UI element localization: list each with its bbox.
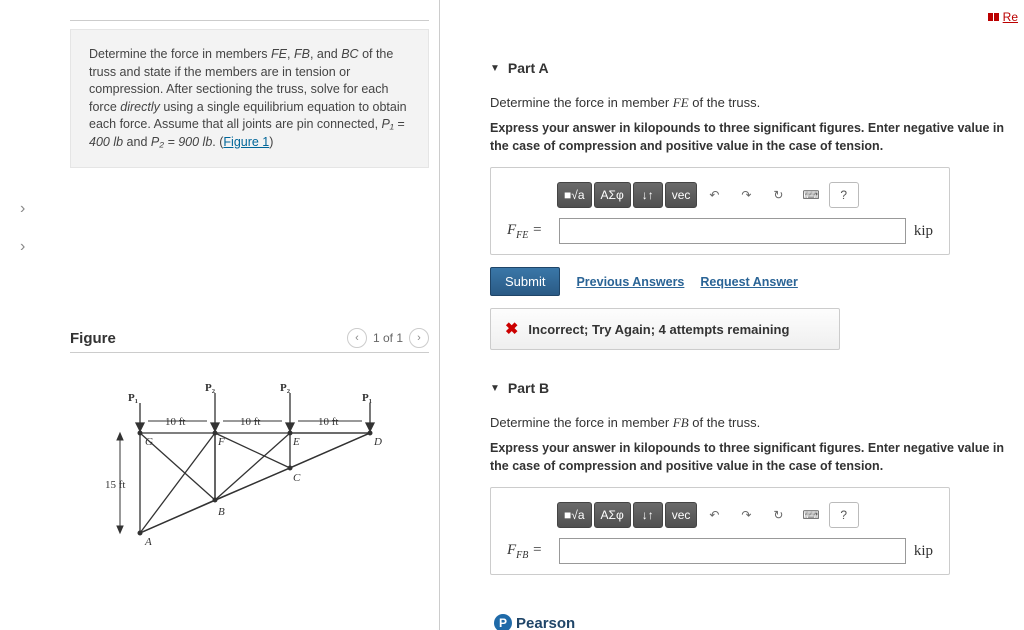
part-b-title: Part B bbox=[508, 380, 549, 396]
template-button[interactable]: ■√a bbox=[557, 182, 592, 208]
request-answer-link[interactable]: Request Answer bbox=[700, 275, 797, 289]
part-b-lhs: FFB = bbox=[507, 542, 551, 561]
svg-text:C: C bbox=[293, 472, 301, 484]
undo-button[interactable]: ↶ bbox=[699, 182, 729, 208]
figure-link[interactable]: Figure 1 bbox=[223, 135, 269, 149]
incorrect-icon: ✖ bbox=[505, 319, 518, 339]
svg-text:10 ft: 10 ft bbox=[165, 416, 185, 428]
figure-prev-button[interactable]: ‹ bbox=[347, 328, 367, 348]
subscript-button[interactable]: ↓↑ bbox=[633, 182, 663, 208]
left-panel: Determine the force in members FE, FB, a… bbox=[60, 0, 440, 630]
previous-answers-link[interactable]: Previous Answers bbox=[576, 275, 684, 289]
feedback-message: Incorrect; Try Again; 4 attempts remaini… bbox=[528, 322, 789, 337]
figure-page-count: 1 of 1 bbox=[373, 331, 403, 345]
part-a: ▼ Part A Determine the force in member F… bbox=[490, 60, 1024, 350]
svg-text:F: F bbox=[217, 436, 225, 448]
figure-pager: ‹ 1 of 1 › bbox=[347, 328, 429, 348]
svg-text:10 ft: 10 ft bbox=[318, 416, 338, 428]
part-b-instructions: Express your answer in kilopounds to thr… bbox=[490, 440, 1024, 475]
redo-button[interactable]: ↷ bbox=[731, 182, 761, 208]
figure-header: Figure ‹ 1 of 1 › bbox=[70, 328, 429, 353]
pearson-icon: P bbox=[494, 614, 512, 630]
part-a-unit: kip bbox=[914, 223, 933, 240]
right-panel: Re ▼ Part A Determine the force in membe… bbox=[440, 0, 1024, 630]
part-a-input[interactable] bbox=[559, 218, 906, 244]
part-a-instructions: Express your answer in kilopounds to thr… bbox=[490, 120, 1024, 155]
part-b-unit: kip bbox=[914, 543, 933, 560]
part-b-prompt: Determine the force in member FB of the … bbox=[490, 414, 1024, 432]
submit-button[interactable]: Submit bbox=[490, 267, 560, 296]
vector-button[interactable]: vec bbox=[665, 502, 698, 528]
undo-button[interactable]: ↶ bbox=[699, 502, 729, 528]
equation-toolbar: ■√a ΑΣφ ↓↑ vec ↶ ↷ ↻ ⌨ ? bbox=[557, 182, 933, 208]
svg-text:P₂: P₂ bbox=[280, 382, 291, 394]
problem-statement: Determine the force in members FE, FB, a… bbox=[70, 29, 429, 168]
part-a-toggle[interactable]: ▼ Part A bbox=[490, 60, 1024, 76]
svg-text:B: B bbox=[218, 506, 225, 518]
review-link[interactable]: Re bbox=[988, 10, 1018, 24]
pearson-logo: P Pearson bbox=[494, 614, 575, 630]
keyboard-button[interactable]: ⌨ bbox=[795, 182, 826, 208]
part-a-answer-box: ■√a ΑΣφ ↓↑ vec ↶ ↷ ↻ ⌨ ? FFE = kip bbox=[490, 167, 950, 255]
caret-down-icon: ▼ bbox=[490, 63, 500, 74]
help-button[interactable]: ? bbox=[829, 182, 859, 208]
part-a-prompt: Determine the force in member FE of the … bbox=[490, 94, 1024, 112]
reset-button[interactable]: ↻ bbox=[763, 182, 793, 208]
template-button[interactable]: ■√a bbox=[557, 502, 592, 528]
equation-toolbar-b: ■√a ΑΣφ ↓↑ vec ↶ ↷ ↻ ⌨ ? bbox=[557, 502, 933, 528]
bars-icon bbox=[988, 13, 999, 21]
figure-next-button[interactable]: › bbox=[409, 328, 429, 348]
svg-text:G: G bbox=[145, 436, 153, 448]
svg-text:A: A bbox=[144, 536, 152, 548]
part-a-lhs: FFE = bbox=[507, 222, 551, 241]
truss-figure: P₁ P₂ P₂ P₁ 10 ft 10 ft 10 ft 15 ft G F … bbox=[70, 373, 429, 553]
help-button[interactable]: ? bbox=[829, 502, 859, 528]
svg-text:10 ft: 10 ft bbox=[240, 416, 260, 428]
nav-next-icon[interactable]: › bbox=[0, 238, 59, 256]
svg-text:E: E bbox=[292, 436, 300, 448]
keyboard-button[interactable]: ⌨ bbox=[795, 502, 826, 528]
svg-text:P₁: P₁ bbox=[128, 392, 138, 404]
redo-button[interactable]: ↷ bbox=[731, 502, 761, 528]
reset-button[interactable]: ↻ bbox=[763, 502, 793, 528]
part-b: ▼ Part B Determine the force in member F… bbox=[490, 380, 1024, 575]
part-b-toggle[interactable]: ▼ Part B bbox=[490, 380, 1024, 396]
part-a-title: Part A bbox=[508, 60, 549, 76]
vector-button[interactable]: vec bbox=[665, 182, 698, 208]
nav-prev-icon[interactable]: › bbox=[0, 200, 59, 218]
svg-text:D: D bbox=[373, 436, 382, 448]
part-b-input[interactable] bbox=[559, 538, 906, 564]
part-b-answer-box: ■√a ΑΣφ ↓↑ vec ↶ ↷ ↻ ⌨ ? FFB = kip bbox=[490, 487, 950, 575]
nav-rail: › › bbox=[0, 0, 60, 630]
subscript-button[interactable]: ↓↑ bbox=[633, 502, 663, 528]
symbols-button[interactable]: ΑΣφ bbox=[594, 182, 631, 208]
symbols-button[interactable]: ΑΣφ bbox=[594, 502, 631, 528]
svg-text:15 ft: 15 ft bbox=[105, 479, 125, 491]
caret-down-icon: ▼ bbox=[490, 383, 500, 394]
figure-title: Figure bbox=[70, 330, 116, 347]
feedback-box: ✖ Incorrect; Try Again; 4 attempts remai… bbox=[490, 308, 840, 350]
svg-text:P₂: P₂ bbox=[205, 382, 216, 394]
svg-text:P₁: P₁ bbox=[362, 392, 372, 404]
